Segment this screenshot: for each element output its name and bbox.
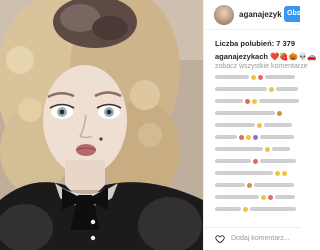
comment-line (215, 86, 301, 92)
comment-line (215, 194, 301, 200)
comment-line (215, 134, 301, 140)
comment-footer: Dodaj komentarz... (204, 227, 301, 250)
comment-line (215, 122, 301, 128)
caption: aganajezykach ❤️🍓🎃💀🚗 (215, 52, 317, 61)
comment-line (215, 110, 301, 116)
comment-list (215, 74, 301, 226)
comment-line (215, 146, 301, 152)
caption-username[interactable]: aganajezykach (215, 52, 268, 61)
username-link[interactable]: aganajezyk (239, 10, 282, 19)
comment-line (215, 206, 301, 212)
comment-line (215, 74, 301, 80)
add-comment-input[interactable]: Dodaj komentarz... (231, 235, 290, 242)
comment-line (215, 98, 301, 104)
caption-text: ❤️🍓🎃💀🚗 (267, 52, 317, 61)
view-all-comments-link[interactable]: zobacz wszystkie komentarze (215, 63, 308, 70)
post-side-panel: aganajezyk Obs Liczba polubień: 7 379 ag… (203, 0, 317, 250)
post-header: aganajezyk Obs (204, 0, 300, 30)
likes-count[interactable]: Liczba polubień: 7 379 (215, 39, 295, 48)
instagram-post-view: aganajezyk Obs Liczba polubień: 7 379 ag… (0, 0, 317, 250)
follow-button[interactable]: Obs (284, 6, 300, 22)
comment-line (215, 170, 301, 176)
comment-line (215, 182, 301, 188)
avatar[interactable] (214, 4, 234, 25)
heart-icon[interactable] (215, 234, 225, 244)
post-photo[interactable] (0, 0, 203, 250)
comment-line (215, 158, 301, 164)
